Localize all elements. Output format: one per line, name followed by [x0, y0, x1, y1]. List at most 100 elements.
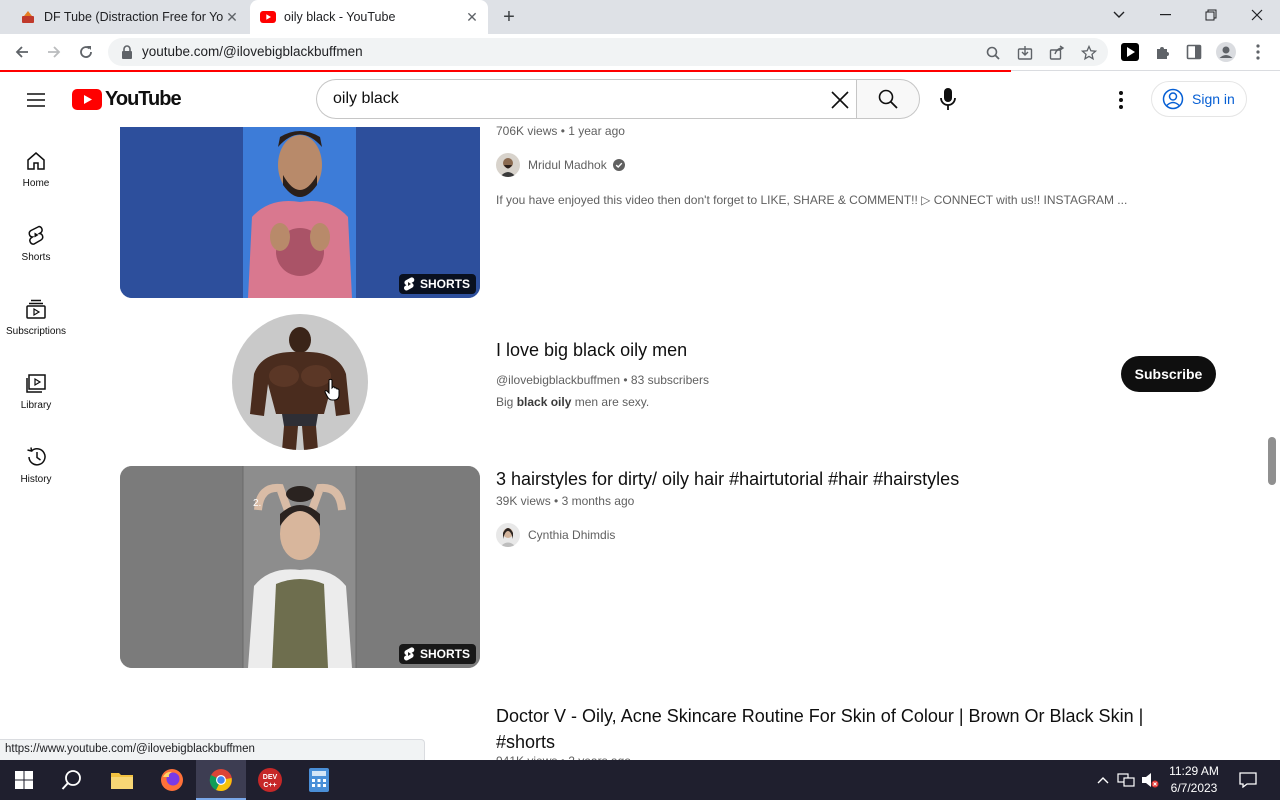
video-title-line[interactable]: Doctor V - Oily, Acne Skincare Routine F… — [496, 703, 1143, 729]
channel-handle: @ilovebigblackbuffmen — [496, 373, 621, 387]
volume-muted-icon[interactable] — [1141, 771, 1159, 789]
upload-age: 3 months ago — [561, 494, 635, 508]
verified-badge-icon — [612, 159, 625, 171]
guide-item-label: Library — [20, 400, 52, 411]
video-title[interactable]: Doctor V - Oily, Acne Skincare Routine F… — [496, 703, 1143, 755]
restore-icon[interactable] — [1188, 0, 1234, 30]
guide-item-label: History — [20, 474, 52, 485]
install-app-icon[interactable] — [1016, 44, 1034, 62]
browser-tab-strip: DF Tube (Distraction Free for You ✕ oily… — [0, 0, 1280, 34]
df-tube-extension-icon[interactable] — [1120, 42, 1140, 62]
logo-wordmark: YouTube — [105, 87, 182, 110]
video-title-line[interactable]: #shorts — [496, 729, 1143, 755]
search-icon — [878, 89, 898, 109]
desc-highlight: black oily — [516, 395, 572, 409]
guide-item-label: Home — [22, 178, 50, 189]
taskbar-clock[interactable]: 11:29 AM 6/7/2023 — [1160, 763, 1228, 797]
subscribe-button[interactable]: Subscribe — [1121, 356, 1216, 392]
guide-item-label: Shorts — [21, 252, 51, 263]
video-thumbnail[interactable]: 2. SHORTS — [120, 466, 480, 668]
share-icon[interactable] — [1048, 44, 1066, 62]
chrome-menu-icon[interactable] — [1248, 42, 1268, 62]
thumbnail-man-shirt-image — [120, 127, 480, 298]
tab-close-icon[interactable]: ✕ — [464, 9, 480, 25]
desc-text: men are sexy. — [571, 395, 650, 409]
voice-search-mic-icon[interactable] — [936, 86, 960, 112]
profile-avatar-icon[interactable] — [1216, 42, 1236, 62]
youtube-play-logo-icon — [72, 88, 102, 110]
channel-title[interactable]: I love big black oily men — [496, 340, 687, 361]
tab-youtube[interactable]: oily black - YouTube ✕ — [250, 0, 488, 34]
guide-item-history[interactable]: History — [0, 432, 72, 506]
thumbnail-woman-hairstyle-image: 2. — [120, 466, 480, 668]
channel-name[interactable]: Mridul Madhok — [528, 158, 607, 172]
lock-icon[interactable] — [120, 44, 134, 60]
guide-item-subscriptions[interactable]: Subscriptions — [0, 284, 72, 358]
new-tab-plus-icon[interactable]: + — [498, 6, 520, 28]
calculator-icon[interactable] — [303, 764, 335, 796]
guide-item-label: Subscriptions — [5, 326, 67, 337]
firefox-icon[interactable] — [156, 764, 188, 796]
history-icon — [27, 447, 46, 466]
back-arrow-icon[interactable] — [10, 40, 34, 64]
settings-kebab-icon[interactable] — [1112, 88, 1130, 112]
svg-text:DEV: DEV — [263, 774, 278, 781]
sign-in-button[interactable]: Sign in — [1151, 81, 1247, 117]
video-meta: 39K views • 3 months ago — [496, 494, 635, 508]
extensions-puzzle-icon[interactable] — [1152, 42, 1172, 62]
guide-item-shorts[interactable]: Shorts — [0, 210, 72, 284]
address-bar[interactable]: youtube.com/@ilovebigblackbuffmen — [108, 38, 1108, 66]
guide-menu-icon[interactable] — [24, 88, 48, 112]
tab-close-icon[interactable]: ✕ — [224, 9, 240, 25]
channel-name[interactable]: Cynthia Dhimdis — [528, 528, 615, 542]
file-explorer-icon[interactable] — [106, 764, 138, 796]
channel-link[interactable]: Mridul Madhok — [496, 153, 625, 177]
video-title[interactable]: 3 hairstyles for dirty/ oily hair #hairt… — [496, 469, 959, 490]
tab-title: DF Tube (Distraction Free for You — [44, 10, 224, 24]
close-window-icon[interactable] — [1234, 0, 1280, 30]
svg-text:2.: 2. — [253, 498, 261, 509]
shorts-icon — [28, 225, 44, 245]
reload-icon[interactable] — [74, 40, 98, 64]
clock-date: 6/7/2023 — [1170, 781, 1218, 795]
youtube-masthead: YouTube Sign in — [0, 72, 1280, 126]
tab-df-tube[interactable]: DF Tube (Distraction Free for You ✕ — [8, 0, 248, 34]
channel-avatar[interactable] — [496, 523, 520, 547]
bookmark-star-icon[interactable] — [1080, 44, 1098, 62]
chrome-taskbar-icon[interactable] — [205, 764, 237, 796]
side-panel-icon[interactable] — [1184, 42, 1204, 62]
channel-avatar[interactable] — [496, 153, 520, 177]
zoom-search-icon[interactable] — [984, 44, 1002, 62]
search-box[interactable] — [316, 79, 857, 119]
search-input[interactable] — [333, 88, 813, 110]
forward-arrow-icon[interactable] — [42, 40, 66, 64]
youtube-favicon-icon — [260, 9, 276, 25]
channel-meta: @ilovebigblackbuffmen • 83 subscribers — [496, 373, 709, 387]
view-count: 706K views — [496, 124, 558, 138]
home-icon — [27, 152, 45, 170]
search-button[interactable] — [856, 79, 920, 119]
dev-cpp-icon[interactable]: DEV C++ — [254, 764, 286, 796]
tray-chevron-up-icon[interactable] — [1094, 771, 1112, 789]
video-description: If you have enjoyed this video then don'… — [496, 193, 1128, 207]
minimize-icon[interactable] — [1142, 0, 1188, 30]
guide-item-library[interactable]: Library — [0, 358, 72, 432]
guide-item-home[interactable]: Home — [0, 136, 72, 210]
tab-search-chevron-icon[interactable] — [1096, 0, 1142, 30]
taskbar-search-icon[interactable] — [56, 764, 88, 796]
shorts-badge-icon — [403, 277, 415, 291]
df-tube-favicon-icon — [20, 9, 36, 25]
page-scrollbar-thumb[interactable] — [1268, 437, 1276, 485]
windows-start-icon[interactable] — [8, 764, 40, 796]
channel-link[interactable]: Cynthia Dhimdis — [496, 523, 615, 547]
clock-time: 11:29 AM — [1169, 764, 1219, 778]
channel-avatar-large[interactable] — [232, 314, 368, 450]
clear-search-icon[interactable] — [828, 88, 852, 112]
youtube-logo[interactable]: YouTube — [72, 87, 182, 110]
subscriber-count: 83 subscribers — [630, 373, 709, 387]
bodybuilder-image — [232, 314, 368, 450]
video-thumbnail[interactable]: SHORTS — [120, 127, 480, 298]
network-icon[interactable] — [1117, 771, 1135, 789]
notification-center-icon[interactable] — [1238, 771, 1258, 789]
view-count: 39K views — [496, 494, 551, 508]
